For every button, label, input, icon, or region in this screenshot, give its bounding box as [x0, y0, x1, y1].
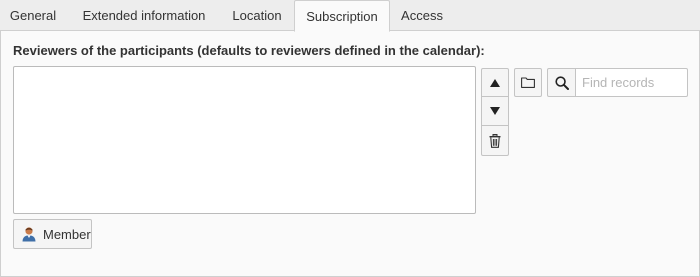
search-button[interactable] [547, 68, 576, 97]
tab-subscription[interactable]: Subscription [294, 0, 390, 32]
subscription-panel: Reviewers of the participants (defaults … [0, 31, 700, 277]
user-icon [21, 226, 37, 242]
tab-location[interactable]: Location [222, 0, 292, 31]
reviewers-field-label: Reviewers of the participants (defaults … [13, 43, 485, 58]
member-button-label: Member [43, 226, 91, 242]
tab-extended-information[interactable]: Extended information [68, 0, 220, 31]
find-records-search [547, 68, 688, 97]
reviewers-record-list[interactable] [13, 66, 476, 214]
folder-icon [521, 77, 535, 88]
tab-general[interactable]: General [0, 0, 66, 31]
add-member-button[interactable]: Member [13, 219, 92, 249]
triangle-up-icon [490, 78, 500, 87]
tab-bar: General Extended information Location Su… [0, 0, 700, 32]
delete-record-button[interactable] [481, 126, 509, 156]
magnifier-icon [554, 75, 569, 90]
browse-records-button[interactable] [514, 68, 542, 97]
tab-access[interactable]: Access [392, 0, 452, 31]
move-down-button[interactable] [481, 97, 509, 126]
trash-icon [489, 133, 501, 148]
move-up-button[interactable] [481, 68, 509, 97]
find-records-input[interactable] [575, 68, 688, 97]
triangle-down-icon [490, 107, 500, 115]
